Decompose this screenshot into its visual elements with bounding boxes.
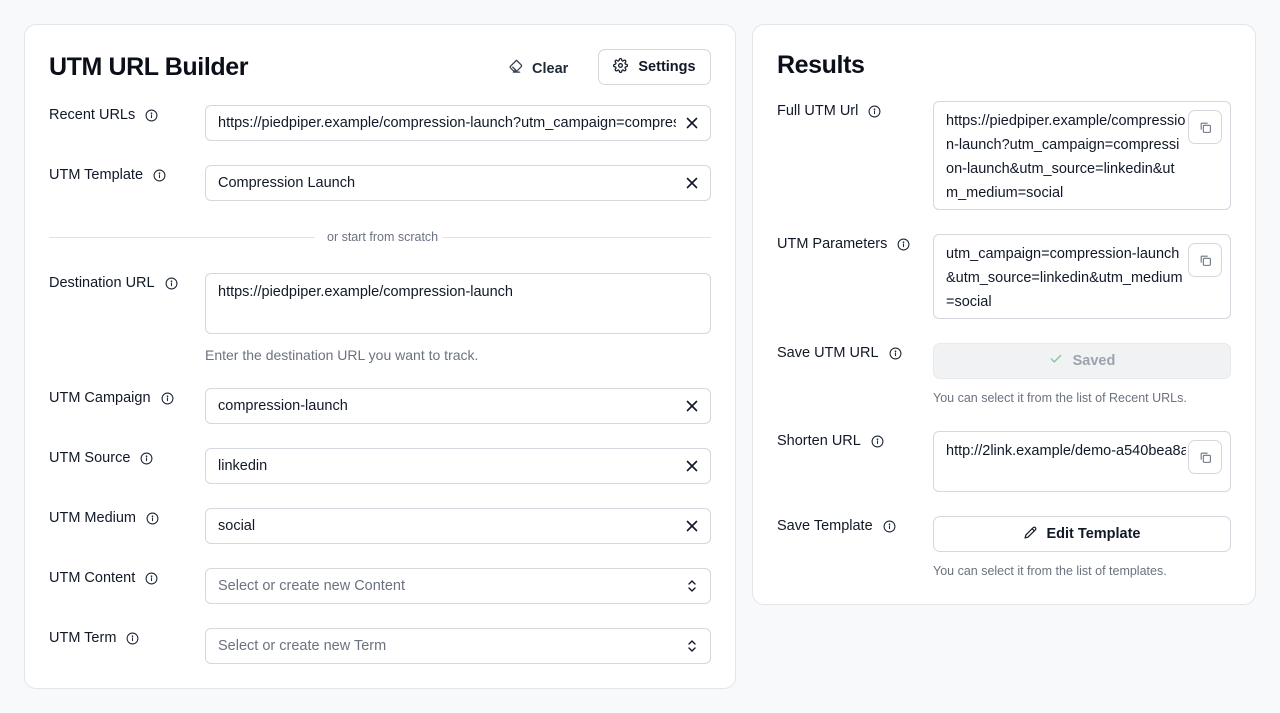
copy-short-url-button[interactable] — [1188, 440, 1222, 474]
utm-template-label: UTM Template — [49, 167, 166, 183]
save-template-label: Save Template — [777, 518, 896, 534]
utm-content-label-text: UTM Content — [49, 570, 136, 586]
utm-parameters-label-text: UTM Parameters — [777, 236, 888, 252]
info-icon[interactable] — [161, 392, 174, 405]
copy-full-url-button[interactable] — [1188, 110, 1222, 144]
utm-parameters-label: UTM Parameters — [777, 236, 910, 252]
info-icon[interactable] — [146, 512, 159, 525]
saved-button-label: Saved — [1072, 353, 1116, 369]
destination-url-hint: Enter the destination URL you want to tr… — [205, 347, 479, 363]
full-utm-url-label: Full UTM Url — [777, 103, 881, 119]
clear-button-label: Clear — [532, 60, 569, 77]
recent-urls-label: Recent URLs — [49, 107, 158, 123]
info-icon[interactable] — [126, 632, 139, 645]
utm-medium-select[interactable]: social — [205, 508, 711, 544]
chevron-up-down-icon — [687, 639, 697, 653]
shorten-url-output[interactable]: http://2link.example/demo-a540bea8a3 — [933, 431, 1231, 492]
results-panel: Results Full UTM Url https://piedpiper.e… — [752, 24, 1256, 605]
clear-campaign-icon[interactable] — [686, 400, 698, 412]
utm-term-placeholder: Select or create new Term — [218, 638, 387, 654]
save-utm-url-label-text: Save UTM URL — [777, 345, 879, 361]
shorten-url-label: Shorten URL — [777, 433, 884, 449]
edit-template-button[interactable]: Edit Template — [933, 516, 1231, 552]
divider-right — [443, 237, 711, 238]
utm-content-label: UTM Content — [49, 570, 158, 586]
utm-medium-label: UTM Medium — [49, 510, 159, 526]
info-icon[interactable] — [153, 169, 166, 182]
full-utm-url-label-text: Full UTM Url — [777, 103, 859, 119]
utm-template-select[interactable]: Compression Launch — [205, 165, 711, 201]
utm-medium-label-text: UTM Medium — [49, 510, 137, 526]
copy-icon — [1199, 451, 1212, 464]
info-icon[interactable] — [145, 109, 158, 122]
destination-url-label: Destination URL — [49, 275, 178, 291]
shorten-url-value: http://2link.example/demo-a540bea8a3 — [946, 443, 1186, 459]
utm-source-select[interactable]: linkedin — [205, 448, 711, 484]
utm-source-value: linkedin — [218, 458, 268, 474]
clear-recent-urls-icon[interactable] — [686, 117, 698, 129]
clear-template-icon[interactable] — [686, 177, 698, 189]
utm-term-label-text: UTM Term — [49, 630, 117, 646]
utm-campaign-label: UTM Campaign — [49, 390, 174, 406]
utm-source-label-text: UTM Source — [49, 450, 131, 466]
gear-icon — [613, 57, 629, 77]
utm-source-label: UTM Source — [49, 450, 153, 466]
clear-button[interactable]: Clear — [509, 59, 568, 78]
utm-builder-panel: UTM URL Builder Clear Settings Recent UR… — [24, 24, 736, 689]
utm-content-placeholder: Select or create new Content — [218, 578, 405, 594]
info-icon[interactable] — [897, 238, 910, 251]
recent-urls-select[interactable]: https://piedpiper.example/compression-la… — [205, 105, 711, 141]
recent-urls-value: https://piedpiper.example/compression-la… — [218, 115, 676, 131]
info-icon[interactable] — [145, 572, 158, 585]
save-template-label-text: Save Template — [777, 518, 873, 534]
settings-button-label: Settings — [638, 59, 696, 75]
utm-template-label-text: UTM Template — [49, 167, 144, 183]
builder-title: UTM URL Builder — [49, 53, 249, 81]
info-icon[interactable] — [871, 435, 884, 448]
copy-icon — [1199, 121, 1212, 134]
utm-campaign-label-text: UTM Campaign — [49, 390, 151, 406]
eraser-icon — [509, 59, 524, 78]
settings-button[interactable]: Settings — [598, 49, 711, 85]
pencil-icon — [1023, 526, 1037, 543]
utm-term-select[interactable]: Select or create new Term — [205, 628, 711, 664]
copy-icon — [1199, 254, 1212, 267]
full-utm-url-output[interactable]: https://piedpiper.example/compression-la… — [933, 101, 1231, 210]
save-template-hint: You can select it from the list of templ… — [933, 564, 1167, 578]
shorten-url-label-text: Shorten URL — [777, 433, 861, 449]
info-icon[interactable] — [889, 347, 902, 360]
full-utm-url-value: https://piedpiper.example/compression-la… — [946, 113, 1186, 201]
utm-parameters-output[interactable]: utm_campaign=compression-launch&utm_sour… — [933, 234, 1231, 319]
save-url-hint: You can select it from the list of Recen… — [933, 391, 1187, 405]
clear-medium-icon[interactable] — [686, 520, 698, 532]
info-icon[interactable] — [868, 105, 881, 118]
info-icon[interactable] — [140, 452, 153, 465]
info-icon[interactable] — [883, 520, 896, 533]
copy-parameters-button[interactable] — [1188, 243, 1222, 277]
divider-text: or start from scratch — [327, 230, 439, 244]
utm-parameters-value: utm_campaign=compression-launch&utm_sour… — [946, 246, 1183, 310]
saved-button[interactable]: Saved — [933, 343, 1231, 379]
recent-urls-label-text: Recent URLs — [49, 107, 136, 123]
destination-url-value: https://piedpiper.example/compression-la… — [218, 284, 513, 300]
chevron-up-down-icon — [687, 579, 697, 593]
save-utm-url-label: Save UTM URL — [777, 345, 902, 361]
utm-campaign-select[interactable]: compression-launch — [205, 388, 711, 424]
edit-template-label: Edit Template — [1046, 526, 1141, 542]
results-title: Results — [777, 51, 865, 79]
check-icon — [1049, 352, 1063, 370]
divider-left — [49, 237, 315, 238]
utm-content-select[interactable]: Select or create new Content — [205, 568, 711, 604]
utm-campaign-value: compression-launch — [218, 398, 348, 414]
utm-medium-value: social — [218, 518, 256, 534]
destination-url-input[interactable]: https://piedpiper.example/compression-la… — [205, 273, 711, 334]
utm-term-label: UTM Term — [49, 630, 139, 646]
destination-url-label-text: Destination URL — [49, 275, 155, 291]
utm-template-value: Compression Launch — [218, 175, 356, 191]
clear-source-icon[interactable] — [686, 460, 698, 472]
info-icon[interactable] — [165, 277, 178, 290]
